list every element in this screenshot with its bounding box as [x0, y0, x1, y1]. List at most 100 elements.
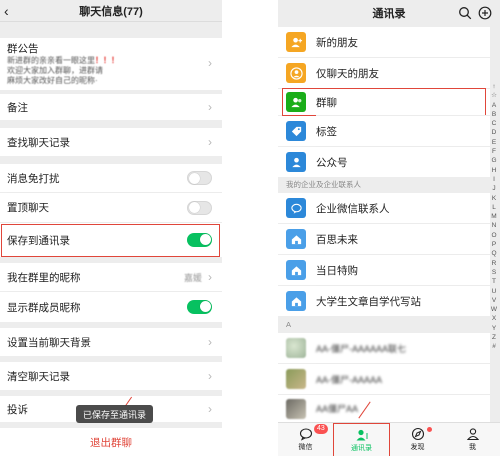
remark-row[interactable]: 备注 ›: [0, 94, 222, 120]
home-icon: [286, 229, 306, 249]
alphabet-letter[interactable]: F: [492, 147, 496, 156]
alphabet-letter[interactable]: W: [491, 305, 497, 314]
search-history-row[interactable]: 查找聊天记录 ›: [0, 128, 222, 156]
alphabet-letter[interactable]: J: [492, 184, 495, 193]
back-icon[interactable]: ‹: [4, 3, 9, 19]
contacts-icon: [356, 429, 368, 440]
notification-dot: [427, 427, 432, 432]
enterprise-label: 百思未来: [316, 233, 358, 246]
wecom-icon: [286, 198, 306, 218]
clear-history-row[interactable]: 清空聊天记录 ›: [0, 362, 222, 390]
contact-row[interactable]: AA-僵尸-AAAAA: [278, 364, 490, 394]
my-nickname-row[interactable]: 我在群里的昵称 嘉媛 ›: [0, 263, 222, 291]
alphabet-letter[interactable]: Q: [491, 249, 496, 258]
show-nicknames-label: 显示群成员昵称: [7, 301, 81, 314]
new-friends-icon: [286, 32, 306, 52]
chevron-right-icon: ›: [208, 100, 212, 114]
alphabet-letter[interactable]: O: [491, 231, 496, 240]
alphabet-letter[interactable]: ☆: [491, 91, 497, 100]
mute-toggle[interactable]: [187, 171, 212, 185]
tab-chats-label: 微信: [298, 444, 313, 451]
notice-bangs: ！！！: [95, 56, 119, 65]
alphabet-letter[interactable]: C: [492, 119, 497, 128]
enterprise-item-dangri[interactable]: 当日特购: [278, 255, 490, 285]
contact-row[interactable]: AA僵尸AA: [278, 395, 490, 422]
mute-row: 消息免打扰: [0, 164, 222, 192]
saved-toast: 已保存至通讯录: [76, 405, 154, 423]
tab-discover[interactable]: 发现: [390, 423, 445, 456]
alphabet-letter[interactable]: L: [492, 203, 496, 212]
home-icon: [286, 291, 306, 311]
chat-only-friends-label: 仅聊天的朋友: [316, 67, 379, 80]
alphabet-letter[interactable]: B: [492, 110, 496, 119]
my-nickname-value: 嘉媛: [183, 272, 202, 283]
alphabet-letter[interactable]: X: [492, 314, 496, 323]
alphabet-letter[interactable]: A: [492, 101, 496, 110]
tab-contacts-label: 通讯录: [351, 444, 372, 452]
notice-line1: 新进群的亲亲看一眼这里: [7, 56, 95, 65]
unread-badge: 43: [314, 424, 328, 434]
alphabet-letter[interactable]: Z: [492, 333, 496, 342]
enterprise-item-baisi[interactable]: 百思未来: [278, 224, 490, 254]
alphabet-letter[interactable]: ↑: [492, 82, 495, 91]
alphabet-letter[interactable]: H: [492, 166, 497, 175]
alphabet-index[interactable]: ↑ ☆ A B C D E F G H I J K L M N O P Q R S T U V W X Y Z #: [490, 82, 498, 352]
alphabet-letter[interactable]: D: [492, 128, 497, 137]
alphabet-letter[interactable]: R: [492, 259, 497, 268]
wecom-contacts-label: 企业微信联系人: [316, 202, 390, 215]
enterprise-section-header: 我的企业及企业联系人: [278, 178, 490, 192]
avatar: [286, 398, 306, 419]
alphabet-letter[interactable]: N: [492, 221, 497, 230]
avatar: [286, 338, 306, 358]
official-accounts-label: 公众号: [316, 156, 348, 169]
sticky-row: 置顶聊天: [0, 193, 222, 222]
add-icon[interactable]: [478, 6, 492, 20]
highlight-box: [1, 224, 220, 257]
remark-label: 备注: [7, 101, 28, 114]
sticky-label: 置顶聊天: [7, 202, 49, 214]
exit-group-label: 退出群聊: [90, 436, 132, 449]
alphabet-letter[interactable]: U: [492, 287, 497, 296]
set-background-label: 设置当前聊天背景: [7, 336, 91, 349]
group-notice-label: 群公告: [7, 43, 39, 55]
sticky-toggle[interactable]: [187, 200, 212, 215]
alphabet-letter[interactable]: S: [492, 268, 496, 277]
section-header-a: A: [278, 318, 490, 332]
official-accounts-item[interactable]: 公众号: [278, 147, 490, 177]
group-notice-row[interactable]: 群公告 新进群的亲亲看一眼这里！！！ 欢迎大家加入群聊，进群请 麻烦大家改好自己…: [0, 38, 222, 90]
alphabet-letter[interactable]: M: [491, 212, 496, 221]
new-friends-item[interactable]: 新的朋友: [278, 27, 490, 57]
chevron-right-icon: ›: [208, 270, 212, 284]
chat-bubble-icon: [299, 428, 312, 441]
set-background-row[interactable]: 设置当前聊天背景 ›: [0, 328, 222, 356]
search-history-label: 查找聊天记录: [7, 136, 70, 149]
bottom-tab-bar: 43 微信 通讯录 发现 我: [278, 422, 500, 456]
tab-me[interactable]: 我: [445, 423, 500, 456]
alphabet-letter[interactable]: G: [491, 156, 496, 165]
exit-group-button[interactable]: 退出群聊: [0, 428, 222, 456]
contact-row[interactable]: AA-僵尸-AAAAAA联七: [278, 333, 490, 363]
chevron-right-icon: ›: [208, 402, 212, 416]
alphabet-letter[interactable]: V: [492, 296, 496, 305]
tab-contacts[interactable]: 通讯录: [333, 423, 390, 456]
alphabet-letter[interactable]: I: [493, 175, 495, 184]
alphabet-letter[interactable]: P: [492, 240, 496, 249]
alphabet-letter[interactable]: #: [492, 342, 496, 351]
alphabet-letter[interactable]: E: [492, 138, 496, 147]
alphabet-letter[interactable]: Y: [492, 324, 496, 333]
new-friends-label: 新的朋友: [316, 36, 358, 49]
show-nicknames-toggle[interactable]: [187, 300, 212, 314]
contact-name: AA-僵尸-AAAAAA联七: [316, 343, 407, 354]
clear-history-label: 清空聊天记录: [7, 370, 70, 383]
chat-only-friends-item[interactable]: 仅聊天的朋友: [278, 58, 490, 88]
notice-text-line1: 新进群的亲亲看一眼这里！！！: [7, 56, 215, 66]
tab-chats[interactable]: 43 微信: [278, 423, 333, 456]
wecom-contacts-item[interactable]: 企业微信联系人: [278, 193, 490, 223]
enterprise-label: 当日特购: [316, 264, 358, 277]
tags-item[interactable]: 标签: [278, 116, 490, 146]
alphabet-letter[interactable]: T: [492, 277, 496, 286]
avatar: [286, 369, 306, 389]
search-icon[interactable]: [458, 6, 472, 20]
alphabet-letter[interactable]: K: [492, 194, 496, 203]
enterprise-item-daxuesheng[interactable]: 大学生文章自学代写站: [278, 286, 490, 316]
